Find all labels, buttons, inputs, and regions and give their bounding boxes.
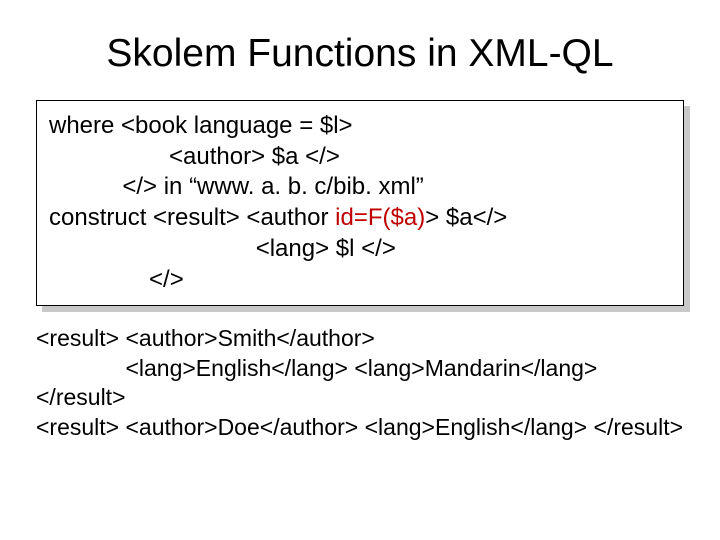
code-line: construct <result> <author — [49, 204, 335, 231]
output-line: <result> <author>Smith</author> — [36, 325, 375, 351]
slide: Skolem Functions in XML-QL where <book l… — [0, 0, 720, 540]
output-line: <lang>English</lang> <lang>Mandarin</lan… — [36, 355, 597, 381]
code-line: > $a</> — [425, 204, 507, 231]
code-line: <author> $a </> — [49, 143, 340, 170]
code-line: </> — [49, 266, 184, 293]
output-line: <result> <author>Doe</author> <lang>Engl… — [36, 414, 683, 440]
highlight-id: id=F($a) — [335, 204, 425, 231]
slide-title: Skolem Functions in XML-QL — [30, 32, 690, 76]
code-content: where <book language = $l> <author> $a <… — [36, 100, 684, 306]
output-line: </result> — [36, 384, 126, 410]
output-block: <result> <author>Smith</author> <lang>En… — [36, 324, 684, 442]
code-line: where <book language = $l> — [49, 112, 353, 139]
code-line: </> in “www. a. b. c/bib. xml” — [49, 173, 424, 200]
code-box: where <book language = $l> <author> $a <… — [36, 100, 684, 306]
code-line: <lang> $l </> — [49, 235, 396, 262]
